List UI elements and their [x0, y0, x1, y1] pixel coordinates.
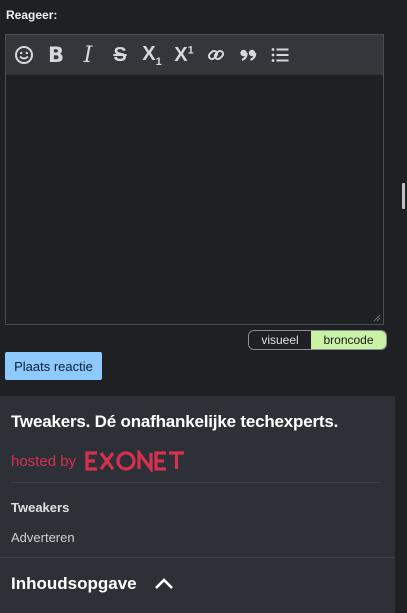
italic-button[interactable]: I [75, 42, 101, 68]
editor-toolbar: B I S X1 X1 [6, 35, 383, 75]
quote-button[interactable] [235, 42, 261, 68]
link-button[interactable] [203, 42, 229, 68]
mode-code-button[interactable]: broncode [311, 331, 386, 349]
hosted-by: hosted by [11, 450, 192, 472]
subscript-icon: X1 [142, 43, 161, 68]
bold-button[interactable]: B [43, 42, 69, 68]
superscript-button[interactable]: X1 [171, 42, 197, 68]
emoji-icon [15, 46, 33, 64]
bulleted-list-icon [271, 48, 289, 62]
scrollbar-handle[interactable] [402, 183, 405, 209]
mode-visual-button[interactable]: visueel [249, 331, 311, 349]
footer-section-title: Tweakers [11, 500, 70, 515]
submit-comment-button[interactable]: Plaats reactie [5, 352, 102, 380]
superscript-icon: X1 [174, 44, 193, 67]
footer-divider [11, 482, 381, 483]
emoji-button[interactable] [11, 42, 37, 68]
toc-title: Inhoudsopgave [11, 574, 137, 593]
superscript-base: X [174, 43, 188, 66]
chevron-up-icon [154, 578, 173, 589]
comment-label: Reageer: [6, 8, 58, 22]
footer-tagline: Tweakers. Dé onafhankelijke techexperts. [11, 412, 339, 431]
footer-divider-2 [0, 557, 395, 558]
editor-mode-toggle: visueel broncode [248, 330, 387, 350]
bold-icon: B [47, 43, 64, 67]
bulleted-list-button[interactable] [267, 42, 293, 68]
link-icon [207, 49, 225, 61]
quote-icon [240, 49, 257, 62]
strikethrough-icon: S [113, 43, 127, 66]
subscript-base: X [142, 42, 156, 65]
hosted-by-text: hosted by [11, 452, 77, 470]
superscript-index: 1 [187, 43, 194, 56]
resize-handle-icon[interactable] [373, 314, 381, 322]
toc-toggle[interactable]: Inhoudsopgave [11, 574, 175, 594]
exonet-logo-icon[interactable] [84, 450, 192, 472]
subscript-button[interactable]: X1 [139, 42, 165, 68]
comment-textarea[interactable] [6, 75, 383, 324]
subscript-index: 1 [155, 55, 162, 68]
italic-icon: I [83, 42, 93, 68]
comment-editor: B I S X1 X1 [5, 34, 384, 325]
strikethrough-button[interactable]: S [107, 42, 133, 68]
footer-link-adverteren[interactable]: Adverteren [11, 530, 75, 545]
site-footer: Tweakers. Dé onafhankelijke techexperts.… [0, 396, 395, 613]
